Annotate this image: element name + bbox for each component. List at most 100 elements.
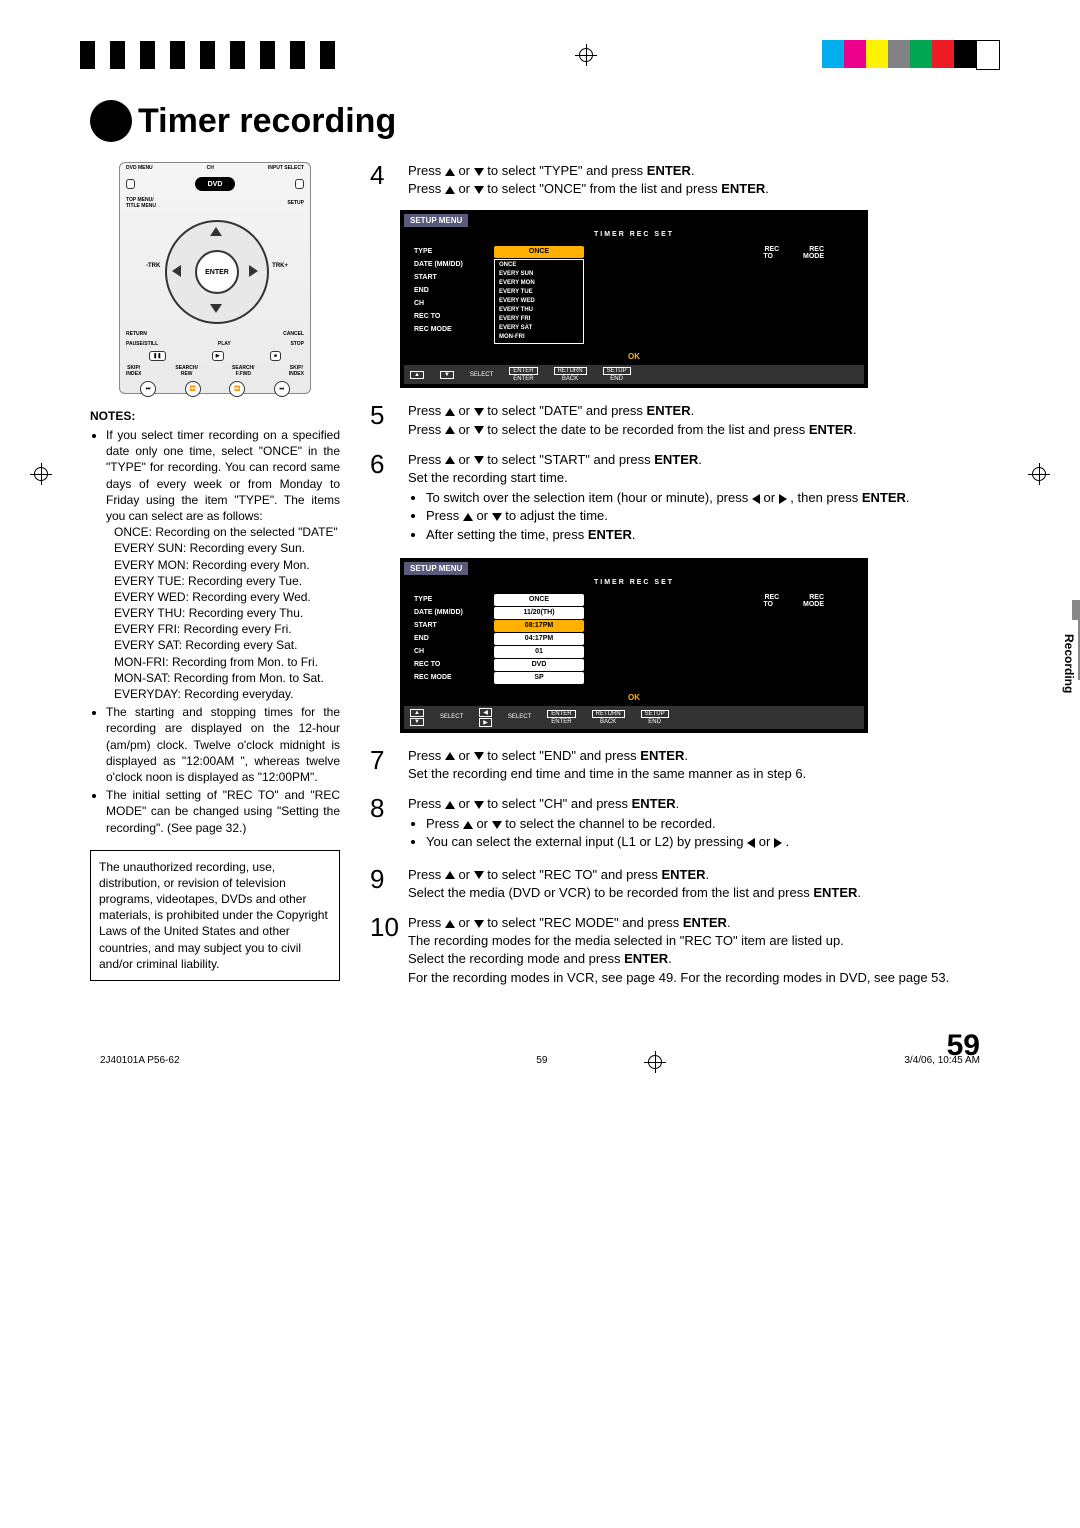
step5-line2: Press or to select the date to be record… [408,421,990,439]
remote-label-play: PLAY [218,341,231,347]
registration-mark-icon [575,44,597,66]
notes-type-item: EVERY SAT: Recording every Sat. [114,637,340,653]
step9-line2: Select the media (DVD or VCR) to be reco… [408,884,990,902]
step10-line3: Select the recording mode and press ENTE… [408,950,990,968]
remote-label-dvd-menu: DVD MENU [126,165,153,171]
step9-line1: Press or to select "REC TO" and press EN… [408,866,990,884]
notes-bullet-1: If you select timer recording on a speci… [106,427,340,702]
notes-section: NOTES: If you select timer recording on … [90,409,340,836]
step-4: 4 Press or to select "TYPE" and press EN… [370,162,990,198]
section-thumb-tab: Recording [1060,620,1078,707]
notes-bullet-3: The initial setting of "REC TO" and "REC… [106,787,340,836]
step-10: 10 Press or to select "REC MODE" and pre… [370,914,990,987]
step5-line1: Press or to select "DATE" and press ENTE… [408,402,990,420]
remote-label-trk-plus: TRK+ [272,263,288,269]
registration-mark-right-icon [1028,463,1050,485]
registration-mark-left-icon [30,463,52,485]
remote-label-ffwd: SEARCH/ F.FWD [232,365,255,377]
step-number: 9 [370,866,398,902]
color-bars [822,40,1000,70]
remote-label-stop: STOP [290,341,304,347]
remote-label-pause: PAUSE/STILL [126,341,158,347]
remote-label-skip-rev: SKIP/ INDEX [126,365,141,377]
osd1-dropdown: ONCEEVERY SUNEVERY MONEVERY TUEEVERY WED… [494,259,584,344]
up-arrow-icon [445,168,455,176]
page-title-row: Timer recording [90,100,990,142]
remote-label-input-select: INPUT SELECT [268,165,304,171]
notes-type-item: EVERY WED: Recording every Wed. [114,589,340,605]
notes-type-item: EVERY TUE: Recording every Tue. [114,573,340,589]
notes-type-item: EVERY SUN: Recording every Sun. [114,540,340,556]
step-7: 7 Press or to select "END" and press ENT… [370,747,990,783]
step4-line1: Press or to select "TYPE" and press ENTE… [408,162,990,180]
step10-line2: The recording modes for the media select… [408,932,990,950]
notes-type-item: MON-SAT: Recording from Mon. to Sat. [114,670,340,686]
remote-label-skip-fwd: SKIP/ INDEX [289,365,304,377]
step7-line2: Set the recording end time and time in t… [408,765,990,783]
osd2-ok: OK [404,693,864,702]
remote-label-setup: SETUP [287,200,304,206]
page-number: 59 [90,1029,990,1063]
registration-mark-bottom-icon [644,1051,666,1073]
remote-dpad: ENTER -TRK TRK+ [160,215,270,325]
osd1-footer: ▲▼ SELECT ENTERENTER RETURNBACK SETUPEND [404,365,864,384]
step4-line2: Press or to select "ONCE" from the list … [408,180,990,198]
remote-label-return: RETURN [126,331,147,337]
notes-heading: NOTES: [90,409,340,423]
notes-type-item: EVERY THU: Recording every Thu. [114,605,340,621]
osd1-ok: OK [404,352,864,361]
remote-dvd-oval: DVD [195,177,235,191]
notes-type-item: MON-FRI: Recording from Mon. to Fri. [114,654,340,670]
remote-label-trk-minus: -TRK [146,263,160,269]
step-number: 5 [370,402,398,438]
notes-type-item: EVERY MON: Recording every Mon. [114,557,340,573]
notes-b1-text: If you select timer recording on a speci… [106,428,340,523]
step-5: 5 Press or to select "DATE" and press EN… [370,402,990,438]
osd2-footer: ▲▼ SELECT ◀▶ SELECT ENTERENTER RETURNBAC… [404,706,864,729]
remote-enter-button: ENTER [195,250,239,294]
remote-label-cancel: CANCEL [283,331,304,337]
remote-control-illustration: DVD MENU CH INPUT SELECT DVD TOP MENU/ T… [119,162,311,394]
step6-bullet2: Press or to adjust the time. [426,507,990,525]
step10-line4: For the recording modes in VCR, see page… [408,969,990,987]
osd2-title: SETUP MENU [404,562,468,575]
step8-line1: Press or to select "CH" and press ENTER. [408,795,990,813]
step-number: 4 [370,162,398,198]
notes-bullet-2: The starting and stopping times for the … [106,704,340,785]
osd1-title: SETUP MENU [404,214,468,227]
legal-notice-box: The unauthorized recording, use, distrib… [90,850,340,981]
step6-line2: Set the recording start time. [408,469,990,487]
step8-bullet1: Press or to select the channel to be rec… [426,815,990,833]
step-number: 6 [370,451,398,546]
down-arrow-icon [474,186,484,194]
step-number: 10 [370,914,398,987]
notes-type-item: EVERY FRI: Recording every Fri. [114,621,340,637]
step6-bullet3: After setting the time, press ENTER. [426,526,990,544]
remote-label-rew: SEARCH/ REW [175,365,198,377]
step-9: 9 Press or to select "REC TO" and press … [370,866,990,902]
step-8: 8 Press or to select "CH" and press ENTE… [370,795,990,854]
step7-line1: Press or to select "END" and press ENTER… [408,747,990,765]
step10-line1: Press or to select "REC MODE" and press … [408,914,990,932]
osd-screenshot-type: SETUP MENU TIMER REC SET TYPEDATE (MM/DD… [400,210,868,388]
step6-line1: Press or to select "START" and press ENT… [408,451,990,469]
up-arrow-icon [445,186,455,194]
step8-bullet2: You can select the external input (L1 or… [426,833,990,851]
osd-screenshot-start: SETUP MENU TIMER REC SET TYPEDATE (MM/DD… [400,558,868,733]
remote-label-top-menu: TOP MENU/ TITLE MENU [126,197,156,209]
density-bars [80,41,350,69]
osd1-type-value: ONCE [494,246,584,258]
osd2-subtitle: TIMER REC SET [404,579,864,586]
remote-label-ch: CH [207,165,214,171]
down-arrow-icon [474,168,484,176]
footer-timestamp: 3/4/06, 10:45 AM [904,1055,980,1066]
step-number: 8 [370,795,398,854]
page-title: Timer recording [108,102,396,141]
step6-bullet1: To switch over the selection item (hour … [426,489,990,507]
notes-type-item: EVERYDAY: Recording everyday. [114,686,340,702]
step-6: 6 Press or to select "START" and press E… [370,451,990,546]
osd1-subtitle: TIMER REC SET [404,231,864,238]
step-number: 7 [370,747,398,783]
notes-type-item: ONCE: Recording on the selected "DATE" [114,524,340,540]
crop-marks-top [0,0,1080,80]
